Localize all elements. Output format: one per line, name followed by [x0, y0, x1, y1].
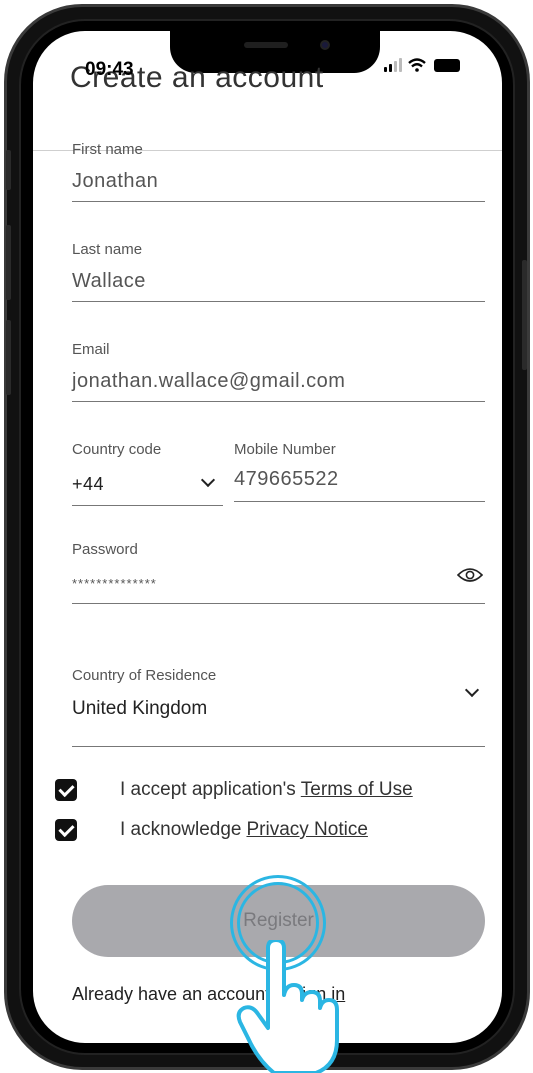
privacy-consent-row: I acknowledge Privacy Notice	[55, 819, 368, 841]
email-label: Email	[72, 341, 110, 358]
country-code-value[interactable]: +44	[72, 474, 223, 495]
password-underline	[72, 603, 485, 604]
last-name-field[interactable]: Last name Wallace	[72, 241, 485, 302]
first-name-field[interactable]: First name Jonathan	[72, 141, 485, 202]
first-name-label: First name	[72, 141, 143, 158]
last-name-label: Last name	[72, 241, 143, 258]
country-of-residence-select[interactable]: Country of Residence United Kingdom	[72, 667, 485, 747]
mobile-number-input[interactable]: 479665522	[234, 468, 485, 491]
first-name-underline	[72, 201, 485, 202]
email-field[interactable]: Email jonathan.wallace@gmail.com	[72, 341, 485, 402]
chevron-down-icon[interactable]	[464, 682, 480, 698]
status-icons	[384, 58, 460, 72]
email-input[interactable]: jonathan.wallace@gmail.com	[72, 370, 485, 393]
terms-checkbox[interactable]	[55, 779, 77, 801]
show-password-eye-icon[interactable]	[457, 567, 483, 583]
phone-number-row: Country code +44 Mobile Number 479665522	[72, 441, 485, 511]
privacy-text: I acknowledge	[120, 819, 242, 840]
password-label: Password	[72, 541, 138, 558]
terms-text: I accept application's	[120, 779, 296, 800]
privacy-notice-link[interactable]: Privacy Notice	[246, 819, 367, 841]
residence-underline	[72, 746, 485, 747]
speaker-grille	[244, 42, 288, 48]
terms-of-use-link[interactable]: Terms of Use	[301, 779, 413, 801]
password-field[interactable]: Password **************	[72, 541, 485, 604]
mobile-number-field[interactable]: Mobile Number 479665522	[234, 441, 485, 502]
mobile-number-label: Mobile Number	[234, 441, 336, 458]
country-code-label: Country code	[72, 441, 162, 458]
mobile-number-underline	[234, 501, 485, 502]
pointing-hand-icon	[236, 940, 339, 1073]
password-input[interactable]: **************	[72, 576, 485, 591]
last-name-input[interactable]: Wallace	[72, 270, 485, 293]
privacy-checkbox[interactable]	[55, 819, 77, 841]
last-name-underline	[72, 301, 485, 302]
terms-consent-row: I accept application's Terms of Use	[55, 779, 413, 801]
country-code-underline	[72, 505, 223, 506]
wifi-icon	[408, 58, 426, 72]
residence-label: Country of Residence	[72, 667, 217, 684]
signal-icon	[384, 58, 402, 72]
status-time: 09:43	[85, 59, 134, 80]
mute-switch	[6, 150, 11, 190]
front-camera	[320, 40, 330, 50]
battery-icon	[434, 59, 460, 72]
residence-value[interactable]: United Kingdom	[72, 698, 485, 720]
volume-down-button	[6, 320, 11, 395]
email-underline	[72, 401, 485, 402]
country-code-select[interactable]: Country code +44	[72, 441, 223, 506]
volume-up-button	[6, 225, 11, 300]
first-name-input[interactable]: Jonathan	[72, 170, 485, 193]
power-button	[522, 260, 527, 370]
